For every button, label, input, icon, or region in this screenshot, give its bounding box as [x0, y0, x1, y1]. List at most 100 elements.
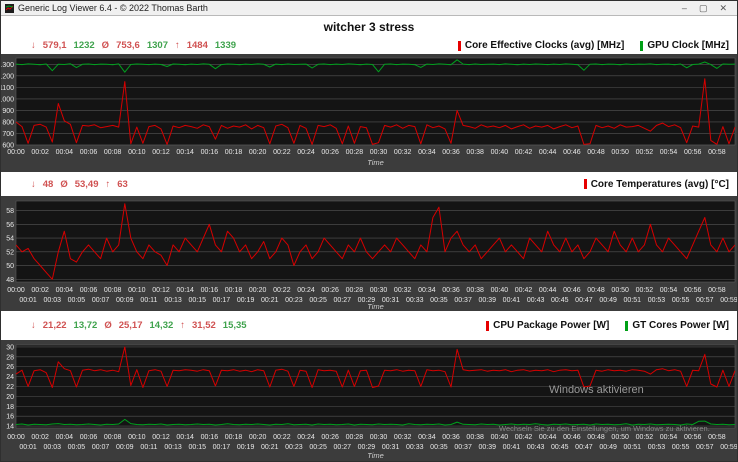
legend-color-bar — [457, 40, 461, 51]
temps-stats-min-avg-max: ↓ 48 Ø 53,49 ↑ 63 — [31, 179, 128, 190]
maximize-button[interactable]: ▢ — [699, 2, 708, 15]
svg-text:00:30: 00:30 — [370, 149, 388, 156]
legend-label: Core Effective Clocks (avg) [MHz] — [464, 40, 625, 51]
svg-text:00:46: 00:46 — [563, 434, 581, 441]
svg-text:00:52: 00:52 — [636, 434, 654, 441]
svg-text:00:16: 00:16 — [201, 149, 219, 156]
svg-text:00:47: 00:47 — [575, 297, 593, 304]
svg-text:00:18: 00:18 — [225, 149, 243, 156]
svg-text:00:22: 00:22 — [273, 287, 291, 294]
svg-text:00:10: 00:10 — [128, 149, 146, 156]
titlebar: Generic Log Viewer 6.4 - © 2022 Thomas B… — [1, 1, 737, 16]
svg-text:00:39: 00:39 — [479, 297, 497, 304]
stat-value: ↓ — [31, 40, 36, 51]
svg-text:00:18: 00:18 — [225, 434, 243, 441]
svg-text:00:26: 00:26 — [321, 434, 339, 441]
close-button[interactable]: ✕ — [719, 2, 727, 15]
svg-text:00:26: 00:26 — [321, 149, 339, 156]
svg-text:00:25: 00:25 — [309, 444, 327, 451]
svg-text:00:12: 00:12 — [152, 287, 170, 294]
svg-text:1300: 1300 — [1, 62, 14, 69]
stat-value: 753,6 — [116, 40, 140, 51]
svg-text:Time: Time — [367, 451, 384, 460]
svg-text:00:38: 00:38 — [466, 434, 484, 441]
svg-text:00:14: 00:14 — [176, 434, 194, 441]
svg-text:00:38: 00:38 — [466, 287, 484, 294]
window-title: Generic Log Viewer 6.4 - © 2022 Thomas B… — [18, 3, 208, 13]
svg-text:00:48: 00:48 — [587, 434, 605, 441]
svg-text:00:16: 00:16 — [201, 434, 219, 441]
stat-value: 53,49 — [74, 178, 99, 190]
svg-text:54: 54 — [6, 236, 14, 243]
svg-text:00:36: 00:36 — [442, 149, 460, 156]
svg-text:00:59: 00:59 — [720, 297, 738, 304]
section-temps-header: ↓ 48 Ø 53,49 ↑ 63 Core Temperatures (avg) [°C… — [1, 172, 737, 196]
svg-text:00:33: 00:33 — [406, 297, 424, 304]
svg-text:00:12: 00:12 — [152, 434, 170, 441]
svg-text:00:57: 00:57 — [696, 444, 714, 451]
svg-text:48: 48 — [6, 277, 14, 284]
svg-text:18: 18 — [6, 404, 14, 411]
stat-value: 63 — [117, 178, 128, 190]
temps-legend: Core Temperatures (avg) [°C] — [583, 179, 729, 190]
svg-text:00:36: 00:36 — [442, 287, 460, 294]
svg-text:00:22: 00:22 — [273, 149, 291, 156]
stat-value: ↑ — [105, 178, 111, 190]
svg-text:00:50: 00:50 — [611, 149, 629, 156]
stat-value: 1232 — [73, 40, 95, 51]
svg-text:700: 700 — [2, 131, 14, 138]
svg-text:00:24: 00:24 — [297, 287, 315, 294]
svg-text:00:08: 00:08 — [104, 434, 122, 441]
power-chart: 14 16 18 20 22 24 26 28 30 00:00 00:02 00:04 00:06 00… — [6, 344, 737, 460]
minimize-button[interactable]: – — [682, 2, 687, 15]
svg-text:00:34: 00:34 — [418, 287, 436, 294]
svg-text:00:16: 00:16 — [201, 287, 219, 294]
svg-text:00:58: 00:58 — [708, 149, 726, 156]
svg-text:00:25: 00:25 — [309, 297, 327, 304]
svg-text:00:07: 00:07 — [92, 297, 110, 304]
svg-text:00:21: 00:21 — [261, 297, 279, 304]
svg-text:00:33: 00:33 — [406, 444, 424, 451]
stat-value: 21,22 — [42, 320, 67, 331]
legend-item: GPU Clock [MHz] — [640, 40, 729, 51]
legend-color-bar — [625, 320, 629, 331]
svg-text:00:26: 00:26 — [321, 287, 339, 294]
power-legend: CPU Package Power [W] GT Cores Power [W] — [486, 320, 729, 331]
app-window: Generic Log Viewer 6.4 - © 2022 Thomas B… — [0, 0, 738, 462]
svg-text:1000: 1000 — [1, 96, 14, 103]
clocks-legend: Core Effective Clocks (avg) [MHz] GPU Clo… — [457, 40, 729, 51]
svg-text:00:46: 00:46 — [563, 149, 581, 156]
svg-text:00:44: 00:44 — [539, 434, 557, 441]
svg-text:00:01: 00:01 — [19, 297, 37, 304]
svg-text:00:28: 00:28 — [346, 434, 364, 441]
svg-text:800: 800 — [2, 119, 14, 126]
svg-text:00:43: 00:43 — [527, 297, 545, 304]
section-power-header: ↓ 21,22 13,72 Ø 25,17 14,32 ↑ 31,52 15,35 CPU Pa… — [1, 311, 737, 340]
svg-text:00:57: 00:57 — [696, 297, 714, 304]
svg-text:00:20: 00:20 — [249, 149, 267, 156]
svg-text:00:40: 00:40 — [491, 149, 509, 156]
svg-text:00:36: 00:36 — [442, 434, 460, 441]
svg-text:00:39: 00:39 — [479, 444, 497, 451]
svg-text:00:52: 00:52 — [636, 149, 654, 156]
svg-text:52: 52 — [6, 249, 14, 256]
stat-value: Ø — [60, 178, 68, 190]
svg-text:16: 16 — [6, 414, 14, 421]
svg-text:00:44: 00:44 — [539, 149, 557, 156]
svg-text:20: 20 — [6, 394, 14, 401]
svg-text:00:37: 00:37 — [454, 444, 472, 451]
svg-text:00:24: 00:24 — [297, 149, 315, 156]
svg-text:00:14: 00:14 — [176, 149, 194, 156]
svg-text:00:42: 00:42 — [515, 287, 533, 294]
svg-text:00:40: 00:40 — [491, 287, 509, 294]
stat-value: 15,35 — [222, 320, 247, 331]
stat-value: 25,17 — [118, 320, 143, 331]
svg-text:00:34: 00:34 — [418, 434, 436, 441]
svg-text:58: 58 — [6, 208, 14, 215]
svg-text:Time: Time — [367, 158, 384, 167]
legend-item: Core Effective Clocks (avg) [MHz] — [457, 40, 625, 51]
svg-text:00:41: 00:41 — [503, 297, 521, 304]
svg-text:00:14: 00:14 — [176, 287, 194, 294]
temps-chart-panel: 48 50 52 54 56 58 00:00 00:02 00:04 00:06 00:08 00:… — [1, 196, 738, 311]
svg-text:00:56: 00:56 — [684, 287, 702, 294]
